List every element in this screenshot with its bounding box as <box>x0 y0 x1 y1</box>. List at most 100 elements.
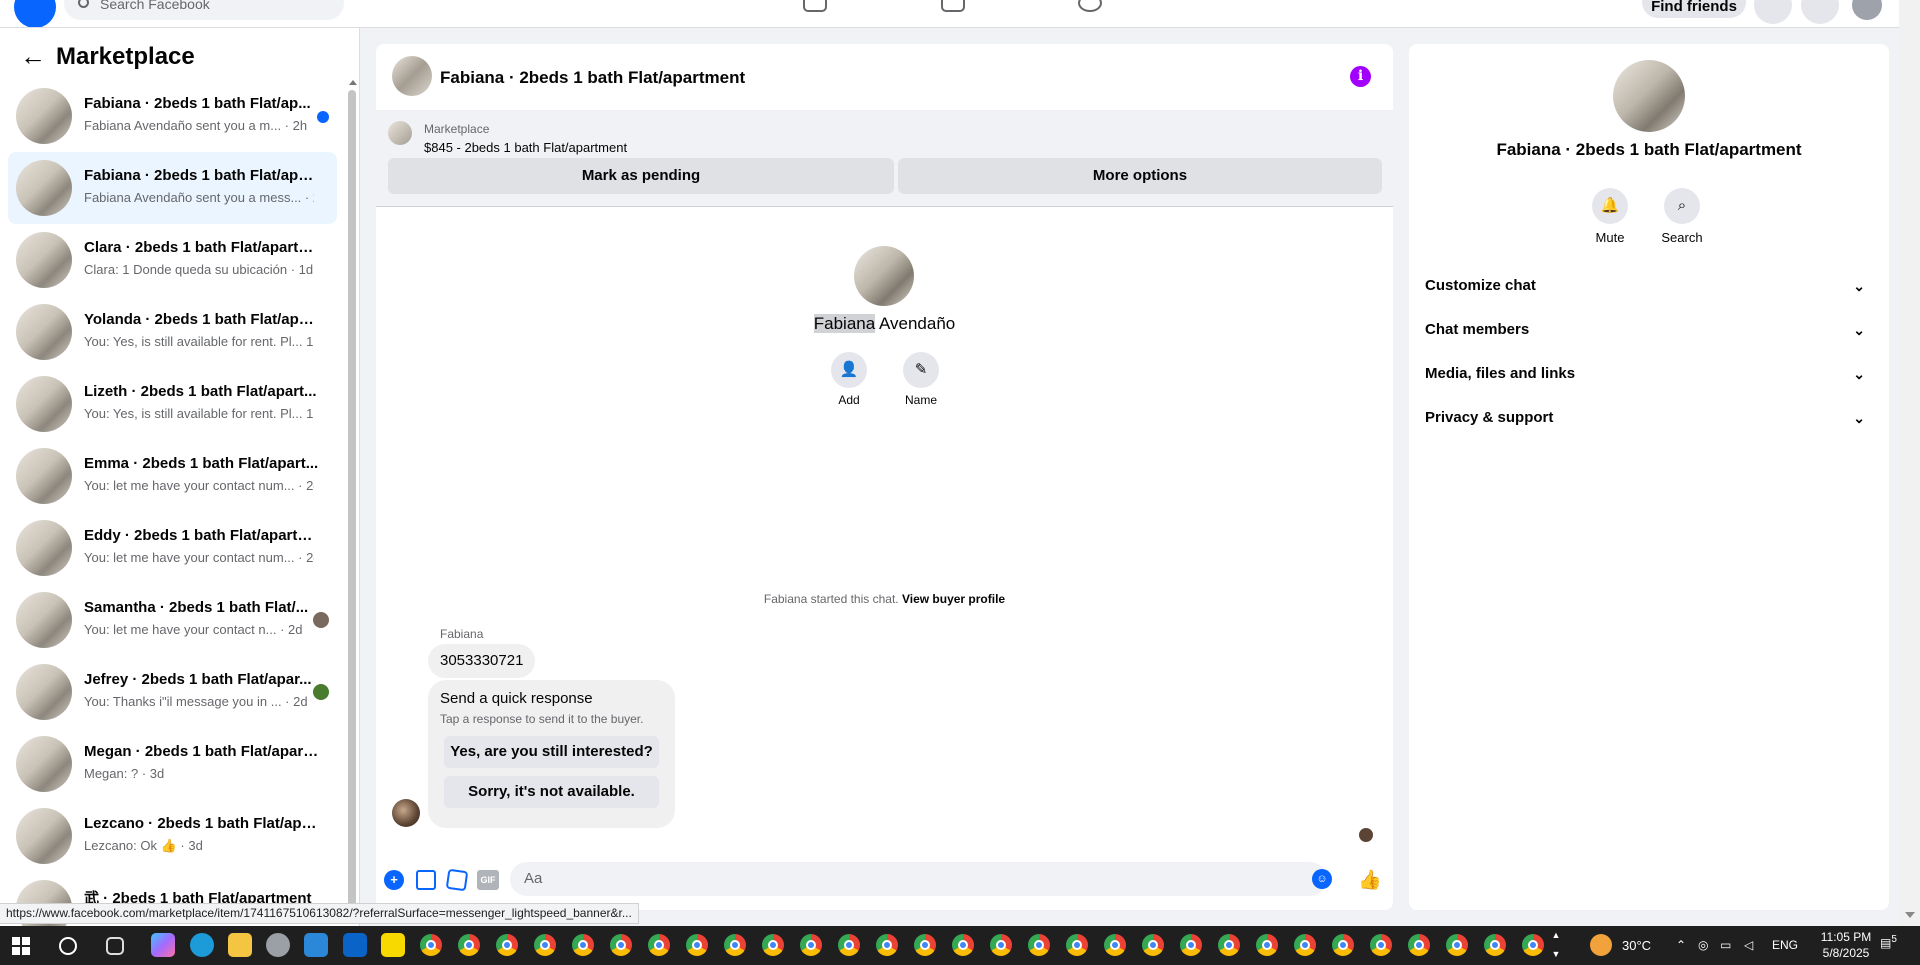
mark-as-pending-button[interactable]: Mark as pending <box>388 158 894 194</box>
quick-response-yes-button[interactable]: Yes, are you still interested? <box>444 736 659 768</box>
conversation-item[interactable]: Samantha · 2beds 1 bath Flat/... You: let… <box>8 584 337 656</box>
chrome-icon[interactable] <box>724 934 746 956</box>
home-icon[interactable] <box>803 0 827 12</box>
chrome-icon[interactable] <box>952 934 974 956</box>
store-icon[interactable] <box>304 933 328 957</box>
chrome-icon[interactable] <box>420 934 442 956</box>
chrome-icon[interactable] <box>686 934 708 956</box>
gif-icon[interactable]: GIF <box>477 870 499 890</box>
mute-button[interactable]: 🔔 Mute <box>1580 188 1640 245</box>
message-bubble[interactable]: 3053330721 <box>428 644 536 678</box>
chrome-icon[interactable] <box>1180 934 1202 956</box>
emoji-icon[interactable]: ☺ <box>1312 869 1332 889</box>
conversation-item-active[interactable]: Fabiana · 2beds 1 bath Flat/apar... Fabia… <box>8 152 337 224</box>
conversation-item[interactable]: Emma · 2beds 1 bath Flat/apart... You: le… <box>8 440 337 512</box>
outlook-icon[interactable] <box>343 933 367 957</box>
chat-members-section[interactable]: Chat members ⌄ <box>1425 312 1865 348</box>
message-input[interactable]: Aa <box>510 862 1327 896</box>
facebook-logo-icon[interactable] <box>14 0 56 27</box>
sticker-icon[interactable] <box>445 868 469 892</box>
listing-thumbnail[interactable] <box>388 121 412 145</box>
chrome-icon[interactable] <box>648 934 670 956</box>
chrome-icon[interactable] <box>990 934 1012 956</box>
notifications-bell-icon[interactable] <box>1801 0 1839 24</box>
find-friends-button[interactable]: Find friends <box>1642 0 1746 18</box>
language-indicator[interactable]: ENG <box>1772 938 1798 952</box>
chrome-icon[interactable] <box>914 934 936 956</box>
clock[interactable]: 11:05 PM 5/8/2025 <box>1818 929 1874 961</box>
sidebar-scrollbar[interactable] <box>348 90 356 910</box>
app-icon[interactable] <box>266 933 290 957</box>
attach-image-icon[interactable] <box>416 870 436 890</box>
chrome-icon[interactable] <box>1484 934 1506 956</box>
privacy-support-section[interactable]: Privacy & support ⌄ <box>1425 400 1865 436</box>
chrome-icon[interactable] <box>1522 934 1544 956</box>
taskbar-search-icon[interactable] <box>59 937 77 955</box>
chrome-icon[interactable] <box>458 934 480 956</box>
page-scrollbar[interactable] <box>1899 0 1920 926</box>
conversation-item[interactable]: Lezcano · 2beds 1 bath Flat/apar... Lezca… <box>8 800 337 872</box>
volume-icon[interactable]: ◁ <box>1744 938 1753 952</box>
info-icon[interactable]: i <box>1350 66 1371 87</box>
conversation-item[interactable]: Megan · 2beds 1 bath Flat/apart... Megan:… <box>8 728 337 800</box>
account-avatar[interactable] <box>1852 0 1882 20</box>
media-files-links-section[interactable]: Media, files and links ⌄ <box>1425 356 1865 392</box>
edge-icon[interactable] <box>190 933 214 957</box>
network-icon[interactable]: ▭ <box>1720 938 1731 952</box>
chrome-icon[interactable] <box>534 934 556 956</box>
chrome-icon[interactable] <box>1104 934 1126 956</box>
search-in-chat-button[interactable]: ⌕ Search <box>1652 188 1712 245</box>
listing-price-title[interactable]: $845 - 2beds 1 bath Flat/apartment <box>424 140 627 155</box>
conversation-item[interactable]: Lizeth · 2beds 1 bath Flat/apart... You: … <box>8 368 337 440</box>
profile-avatar[interactable] <box>854 246 914 306</box>
conversation-item[interactable]: Eddy · 2beds 1 bath Flat/apartm... You: l… <box>8 512 337 584</box>
chrome-icon[interactable] <box>1066 934 1088 956</box>
conversation-item[interactable]: Yolanda · 2beds 1 bath Flat/apar... You: … <box>8 296 337 368</box>
chrome-icon[interactable] <box>1370 934 1392 956</box>
chrome-icon[interactable] <box>1294 934 1316 956</box>
sidebar-scroll-up-icon[interactable] <box>349 80 357 85</box>
customize-chat-section[interactable]: Customize chat ⌄ <box>1425 268 1865 304</box>
taskbar-overflow-arrows[interactable]: ▲ ▼ <box>1550 926 1562 965</box>
conversation-item[interactable]: Clara · 2beds 1 bath Flat/apartm... Clara… <box>8 224 337 296</box>
back-arrow-icon[interactable]: ← <box>20 43 46 69</box>
sticky-notes-icon[interactable] <box>381 933 405 957</box>
notification-center-icon[interactable]: ▤5 <box>1880 934 1904 956</box>
task-view-icon[interactable] <box>106 937 124 955</box>
groups-icon[interactable] <box>1078 0 1102 12</box>
chrome-icon[interactable] <box>1408 934 1430 956</box>
conversation-item[interactable]: Jefrey · 2beds 1 bath Flat/apar... You: T… <box>8 656 337 728</box>
friends-icon[interactable] <box>941 0 965 12</box>
scroll-down-arrow-icon[interactable] <box>1905 912 1915 918</box>
chat-header-avatar[interactable] <box>392 56 432 96</box>
chrome-icon[interactable] <box>1028 934 1050 956</box>
weather-temperature[interactable]: 30°C <box>1622 938 1651 953</box>
chrome-icon[interactable] <box>1256 934 1278 956</box>
file-explorer-icon[interactable] <box>228 933 252 957</box>
facebook-search-input[interactable]: Search Facebook <box>64 0 344 20</box>
menu-grid-icon[interactable] <box>1754 0 1792 24</box>
tray-app-icon[interactable]: ◎ <box>1698 938 1708 952</box>
chrome-icon[interactable] <box>1218 934 1240 956</box>
conversation-item[interactable]: Fabiana · 2beds 1 bath Flat/ap... Fabiana… <box>8 80 337 152</box>
copilot-icon[interactable] <box>151 933 175 957</box>
show-hidden-icons-icon[interactable]: ⌃ <box>1676 938 1686 952</box>
sender-avatar[interactable] <box>392 799 420 827</box>
windows-start-icon[interactable] <box>12 937 30 955</box>
more-options-button[interactable]: More options <box>898 158 1382 194</box>
view-buyer-profile-link[interactable]: View buyer profile <box>902 592 1005 606</box>
chrome-icon[interactable] <box>876 934 898 956</box>
chrome-icon[interactable] <box>800 934 822 956</box>
weather-icon[interactable] <box>1590 934 1612 956</box>
chrome-icon[interactable] <box>762 934 784 956</box>
chrome-icon[interactable] <box>1332 934 1354 956</box>
quick-response-sorry-button[interactable]: Sorry, it's not available. <box>444 776 659 808</box>
chrome-icon[interactable] <box>496 934 518 956</box>
chrome-icon[interactable] <box>1446 934 1468 956</box>
add-person-button[interactable]: 👤 Add <box>819 352 879 407</box>
chrome-icon[interactable] <box>572 934 594 956</box>
chrome-icon[interactable] <box>610 934 632 956</box>
thumbs-up-icon[interactable]: 👍 <box>1358 868 1382 892</box>
chrome-icon[interactable] <box>838 934 860 956</box>
info-avatar[interactable] <box>1613 60 1685 132</box>
